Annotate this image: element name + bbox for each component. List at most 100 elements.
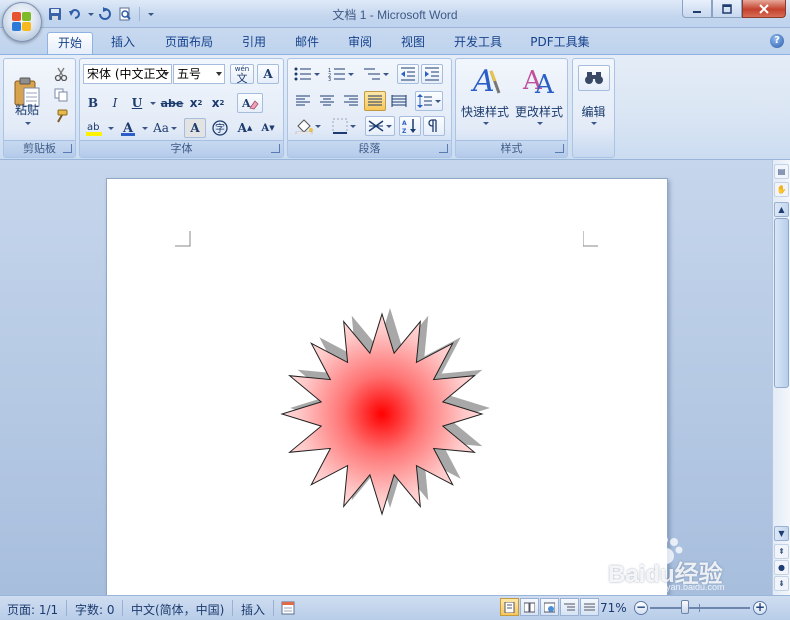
next-page-icon[interactable]: ⇟ — [774, 576, 789, 591]
bold-button[interactable]: B — [83, 93, 103, 113]
bullets-button[interactable] — [292, 64, 322, 84]
svg-text:ab: ab — [87, 122, 99, 133]
character-shading-button[interactable]: A — [184, 118, 206, 138]
zoom-slider-track[interactable] — [650, 607, 750, 609]
draft-view-button[interactable] — [580, 598, 599, 616]
tab-review[interactable]: 审阅 — [338, 32, 382, 54]
office-button[interactable] — [2, 2, 42, 42]
macro-record-icon[interactable] — [281, 601, 295, 615]
tab-references[interactable]: 引用 — [232, 32, 276, 54]
align-center-button[interactable] — [316, 91, 338, 111]
distributed-button[interactable] — [388, 91, 410, 111]
tab-page-layout[interactable]: 页面布局 — [158, 32, 220, 54]
paste-label: 粘贴 — [14, 103, 39, 117]
enclose-characters-button[interactable]: 字 — [209, 118, 231, 138]
grow-font-button[interactable]: A ▲ — [234, 118, 256, 138]
multilevel-list-button[interactable] — [361, 64, 391, 84]
editing-dropdown-icon[interactable] — [588, 119, 598, 127]
decrease-indent-button[interactable] — [397, 64, 419, 84]
document-page[interactable] — [106, 178, 668, 608]
line-spacing-button[interactable] — [415, 91, 443, 111]
paragraph-group: 123 A Z 段落 — [287, 58, 452, 158]
outline-view-button[interactable] — [560, 598, 579, 616]
scroll-up-button[interactable]: ▲ — [774, 202, 789, 217]
scroll-down-button[interactable]: ▼ — [774, 526, 789, 541]
highlighter-icon: ab — [86, 122, 102, 136]
shrink-font-button[interactable]: A ▼ — [257, 118, 279, 138]
status-separator — [122, 600, 123, 616]
close-button[interactable] — [742, 0, 786, 18]
align-left-button[interactable] — [292, 91, 314, 111]
zoom-level[interactable]: 71% — [600, 601, 627, 615]
zoom-out-button[interactable]: − — [634, 601, 648, 615]
tab-view[interactable]: 视图 — [391, 32, 435, 54]
phonetic-guide-button[interactable]: wén 文 — [230, 64, 254, 84]
web-layout-view-button[interactable] — [540, 598, 559, 616]
tab-mailings[interactable]: 邮件 — [285, 32, 329, 54]
previous-page-icon[interactable]: ⇞ — [774, 544, 789, 559]
font-size-combo[interactable]: 五号 — [173, 64, 225, 84]
select-browse-object-icon[interactable]: ● — [774, 560, 789, 575]
font-color-dropdown-icon[interactable] — [139, 118, 148, 138]
scroll-thumb[interactable] — [774, 218, 789, 388]
paste-dropdown-icon[interactable] — [22, 119, 32, 127]
change-styles-dropdown-icon[interactable] — [534, 119, 544, 127]
insert-mode-indicator[interactable]: 插入 — [241, 601, 265, 618]
copy-icon — [54, 88, 68, 102]
help-icon[interactable]: ? — [770, 34, 784, 48]
font-name-combo[interactable]: 宋体 (中文正文 — [83, 64, 172, 84]
sixteen-point-star-shape[interactable] — [272, 304, 502, 534]
change-styles-label: 更改样式 — [514, 105, 563, 119]
vertical-scrollbar[interactable]: ▤ ✋ ▲ ▼ ⇞ ● ⇟ — [772, 160, 790, 595]
language-indicator[interactable]: 中文(简体，中国) — [131, 601, 224, 618]
character-border-button[interactable]: A — [257, 64, 279, 84]
show-marks-button[interactable] — [423, 116, 445, 136]
zoom-in-button[interactable]: + — [753, 601, 767, 615]
justify-button[interactable] — [364, 91, 386, 111]
shrink-font-label: A — [261, 122, 270, 134]
shading-button[interactable] — [292, 116, 324, 136]
superscript-button[interactable]: x2 — [208, 93, 228, 113]
clipboard-launcher-icon[interactable] — [63, 144, 72, 153]
tab-developer[interactable]: 开发工具 — [446, 32, 510, 54]
tab-home[interactable]: 开始 — [47, 32, 93, 54]
chinese-layout-button[interactable] — [365, 116, 395, 136]
change-case-button[interactable]: Aa — [150, 118, 180, 138]
numbering-button[interactable]: 123 — [326, 64, 356, 84]
page-count[interactable]: 页面: 1/1 — [7, 601, 58, 618]
sort-button[interactable]: AZ — [399, 116, 421, 136]
minimize-button[interactable] — [682, 0, 712, 18]
tab-insert[interactable]: 插入 — [100, 32, 146, 54]
italic-button[interactable]: I — [105, 93, 125, 113]
split-bar-icon[interactable]: ▤ — [774, 164, 789, 179]
draft-icon — [584, 603, 595, 610]
maximize-button[interactable] — [712, 0, 742, 18]
font-color-button[interactable]: A — [117, 118, 139, 138]
underline-dropdown-icon[interactable] — [147, 93, 157, 113]
print-layout-view-button[interactable] — [500, 598, 519, 616]
styles-launcher-icon[interactable] — [555, 144, 564, 153]
change-styles-button[interactable]: AA — [513, 62, 565, 102]
font-launcher-icon[interactable] — [271, 144, 280, 153]
align-right-button[interactable] — [340, 91, 362, 111]
full-screen-reading-view-button[interactable] — [520, 598, 539, 616]
word-count[interactable]: 字数: 0 — [75, 601, 115, 618]
format-painter-button[interactable] — [50, 106, 72, 126]
increase-indent-button[interactable] — [421, 64, 443, 84]
tab-pdf-tools[interactable]: PDF工具集 — [522, 32, 598, 54]
browse-hand-icon[interactable]: ✋ — [774, 182, 789, 197]
highlight-dropdown-icon[interactable] — [105, 118, 114, 138]
underline-button[interactable]: U — [127, 93, 147, 113]
clear-formatting-button[interactable]: A — [237, 93, 263, 113]
find-button[interactable] — [578, 65, 610, 91]
borders-button[interactable] — [328, 116, 360, 136]
font-group: 宋体 (中文正文 五号 wén 文 A B I U abe x2 x2 A ab … — [79, 58, 284, 158]
strikethrough-button[interactable]: abe — [160, 93, 184, 113]
paragraph-launcher-icon[interactable] — [439, 144, 448, 153]
copy-button[interactable] — [50, 85, 72, 105]
subscript-button[interactable]: x2 — [186, 93, 206, 113]
zoom-slider-thumb[interactable] — [681, 600, 689, 614]
text-highlight-button[interactable]: ab — [83, 118, 105, 138]
cut-button[interactable] — [50, 64, 72, 84]
quick-styles-dropdown-icon[interactable] — [480, 119, 490, 127]
